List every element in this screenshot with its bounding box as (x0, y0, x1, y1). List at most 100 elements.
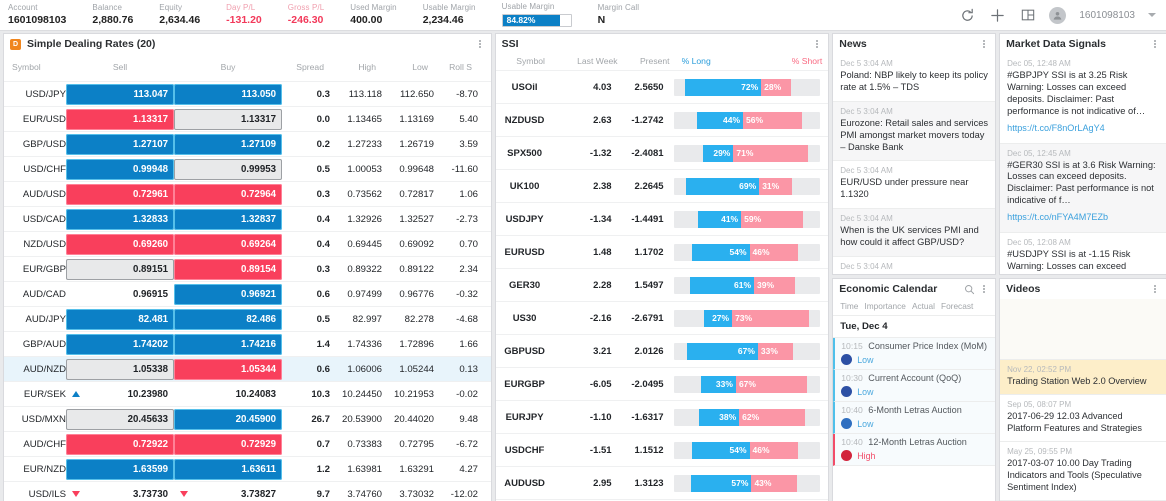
ssi-row[interactable]: US30 -2.16 -2.6791 27% 73% (495, 301, 829, 334)
sell-price-cell[interactable]: 1.05338 (66, 356, 174, 382)
buy-price-cell[interactable]: 0.96921 (174, 281, 282, 307)
buy-price-cell[interactable]: 0.72929 (174, 431, 282, 457)
news-item[interactable]: Dec 5 3:04 AM EUR/USD under pressure near… (833, 161, 996, 210)
videos-list[interactable]: Nov 22, 02:52 PM Trading Station Web 2.0 … (1000, 360, 1166, 501)
signals-feed[interactable]: Dec 05, 12:48 AM #GBPJPY SSI is at 3.25 R… (1000, 54, 1166, 274)
news-item[interactable]: Dec 5 3:04 AMSome OPEC+ participants bel… (833, 257, 995, 274)
buy-price-cell[interactable]: 0.99953 (174, 156, 282, 182)
chevron-down-icon[interactable] (1148, 13, 1156, 17)
ssi-panel-menu-icon[interactable] (812, 38, 822, 50)
ssi-row[interactable]: GER30 2.28 1.5497 61% 39% (495, 268, 829, 301)
ssi-row[interactable]: EURGBP -6.05 -2.0495 33% 67% (495, 367, 829, 400)
buy-price-cell[interactable]: 0.69264 (174, 231, 282, 257)
buy-price-cell[interactable]: 1.74216 (174, 331, 282, 357)
signal-item-link[interactable]: https://t.co/F8nOrLAgY4 (1007, 123, 1105, 133)
sell-price-cell[interactable]: 0.69260 (66, 231, 174, 257)
buy-price-cell[interactable]: 0.89154 (174, 256, 282, 282)
layout-grid-icon[interactable] (1019, 7, 1036, 24)
video-item[interactable]: Nov 22, 02:52 PM Trading Station Web 2.0 … (1000, 360, 1166, 396)
buy-price-cell[interactable]: 10.24083 (174, 381, 282, 407)
ssi-row[interactable]: USOil 4.03 2.5650 72% 28% (495, 70, 829, 103)
buy-price-cell[interactable]: 1.32837 (174, 206, 282, 232)
ssi-row[interactable]: AUDUSD 2.95 1.3123 57% 43% (495, 466, 829, 499)
sell-price-cell[interactable]: 113.047 (66, 81, 174, 107)
ssi-row[interactable]: UK100 2.38 2.2645 69% 31% (495, 169, 829, 202)
eco-event[interactable]: 10:15 Consumer Price Index (MoM) Low (833, 338, 996, 370)
buy-price-cell[interactable]: 1.05344 (174, 356, 282, 382)
table-row[interactable]: NZD/USD 0.69260 0.69264 0.4 0.69445 0.69092 0.… (4, 231, 491, 257)
table-row[interactable]: AUD/USD 0.72961 0.72964 0.3 0.73562 0.72817 1.… (4, 181, 491, 207)
sell-price-cell[interactable]: 20.45633 (66, 406, 174, 432)
sell-price-cell[interactable]: 0.72922 (66, 431, 174, 457)
table-row[interactable]: GBP/AUD 1.74202 1.74216 1.4 1.74336 1.72896 1.… (4, 331, 491, 357)
buy-price-cell[interactable]: 20.45900 (174, 406, 282, 432)
video-player-thumbnail[interactable] (1000, 299, 1166, 361)
sell-price-cell[interactable]: 1.27107 (66, 131, 174, 157)
video-item[interactable]: Sep 05, 08:07 PM 2017-06-29 12.03 Advance… (1000, 395, 1166, 443)
table-row[interactable]: USD/MXN 20.45633 20.45900 26.7 20.53900 20.44… (4, 406, 491, 432)
ssi-row[interactable]: USDCHF -1.51 1.1512 54% 46% (495, 433, 829, 466)
eco-panel-menu-icon[interactable] (979, 283, 989, 295)
sell-price-cell[interactable]: 1.74202 (66, 331, 174, 357)
sell-price-cell[interactable]: 1.13317 (66, 106, 174, 132)
signal-item-link[interactable]: https://t.co/nFYA4M7EZb (1007, 212, 1108, 222)
rate-high: 3.74760 (330, 481, 382, 501)
video-item[interactable]: May 25, 09:55 PM 2017-03-07 10.00 Day Tra… (1000, 442, 1166, 501)
sell-price-cell[interactable]: 0.72961 (66, 181, 174, 207)
search-icon[interactable] (963, 283, 975, 295)
signal-item[interactable]: Dec 05, 12:08 AM #USDJPY SSI is at -1.15 … (1000, 233, 1166, 274)
news-feed[interactable]: Dec 5 3:04 AM Poland: NBP likely to keep … (833, 54, 996, 274)
sell-price-cell[interactable]: 1.63599 (66, 456, 174, 482)
buy-price-cell[interactable]: 1.27109 (174, 131, 282, 157)
table-row[interactable]: EUR/GBP 0.89151 0.89154 0.3 0.89322 0.89122 2.… (4, 256, 491, 282)
ssi-row[interactable]: NZDUSD 2.63 -1.2742 44% 56% (495, 103, 829, 136)
table-row[interactable]: USD/ILS 3.73730 3.73827 9.7 3.74760 3.73032 -1… (4, 481, 491, 501)
sell-price-cell[interactable]: 10.23980 (66, 381, 174, 407)
table-row[interactable]: AUD/CAD 0.96915 0.96921 0.6 0.97499 0.96776 -0… (4, 281, 491, 307)
videos-panel-menu-icon[interactable] (1150, 283, 1160, 295)
ssi-row[interactable]: EURUSD 1.48 1.1702 54% 46% (495, 235, 829, 268)
buy-price-cell[interactable]: 1.13317 (174, 106, 282, 132)
news-item[interactable]: Dec 5 3:04 AM Poland: NBP likely to keep … (833, 54, 996, 102)
news-panel-menu-icon[interactable] (979, 38, 989, 50)
sell-price-cell[interactable]: 0.96915 (66, 281, 174, 307)
sell-price-cell[interactable]: 3.73730 (66, 481, 174, 501)
account-menu-label[interactable]: 1601098103 (1079, 10, 1135, 21)
ssi-row[interactable]: SPX500 -1.32 -2.4081 29% 71% (495, 136, 829, 169)
table-row[interactable]: AUD/JPY 82.481 82.486 0.582.99782.278-4.681… (4, 306, 491, 332)
eco-event[interactable]: 10:30 Current Account (QoQ) Low (833, 370, 996, 402)
signal-item[interactable]: Dec 05, 12:48 AM #GBPJPY SSI is at 3.25 R… (1000, 54, 1166, 144)
table-row[interactable]: EUR/NZD 1.63599 1.63611 1.2 1.63981 1.63291 4.… (4, 456, 491, 482)
sell-price-cell[interactable]: 1.32833 (66, 206, 174, 232)
table-row[interactable]: USD/JPY 113.047 113.050 0.3 113.118 112.650 -8… (4, 81, 491, 107)
buy-price-cell[interactable]: 1.63611 (174, 456, 282, 482)
news-item[interactable]: Dec 5 3:04 AM When is the UK services PMI… (833, 209, 996, 258)
eco-event-list[interactable]: 10:15 Consumer Price Index (MoM) Low 10:30 C… (833, 338, 996, 501)
signals-panel-menu-icon[interactable] (1150, 38, 1160, 50)
rates-panel-menu-icon[interactable] (475, 38, 485, 50)
refresh-icon[interactable] (959, 7, 976, 24)
buy-price-cell[interactable]: 113.050 (174, 81, 282, 107)
sell-price-cell[interactable]: 0.99948 (66, 156, 174, 182)
signal-item[interactable]: Dec 05, 12:45 AM #GER30 SSI is at 3.6 Ris… (1000, 143, 1166, 234)
table-row[interactable]: AUD/CHF 0.72922 0.72929 0.7 0.73383 0.72795 -6… (4, 431, 491, 457)
ssi-row[interactable]: EURJPY -1.10 -1.6317 38% 62% (495, 400, 829, 433)
news-item[interactable]: Dec 5 3:04 AM Eurozone: Retail sales and … (833, 101, 996, 162)
table-row[interactable]: EUR/SEK 10.23980 10.24083 10.3 10.24450 10.21… (4, 381, 491, 407)
sell-price-cell[interactable]: 0.89151 (66, 256, 174, 282)
table-row[interactable]: USD/CAD 1.32833 1.32837 0.4 1.32926 1.32527 -2… (4, 206, 491, 232)
table-row[interactable]: USD/CHF 0.99948 0.99953 0.5 1.00053 0.99648 -1… (4, 156, 491, 182)
ssi-row[interactable]: GBPUSD 3.21 2.0126 67% 33% (495, 334, 829, 367)
sell-price-cell[interactable]: 82.481 (66, 306, 174, 332)
table-row[interactable]: AUD/NZD 1.05338 1.05344 0.6 1.06006 1.05244 0.… (4, 356, 491, 382)
eco-event[interactable]: 10:40 12-Month Letras Auction High (833, 434, 996, 466)
buy-price-cell[interactable]: 0.72964 (174, 181, 282, 207)
table-row[interactable]: EUR/USD 1.13317 1.13317 0.0 1.13465 1.13169 5.… (4, 106, 491, 132)
avatar[interactable] (1049, 6, 1067, 24)
table-row[interactable]: GBP/USD 1.27107 1.27109 0.2 1.27233 1.26719 3.… (4, 131, 491, 157)
eco-event[interactable]: 10:40 6-Month Letras Auction Low (833, 402, 996, 434)
plus-icon[interactable] (989, 7, 1006, 24)
buy-price-cell[interactable]: 82.486 (174, 306, 282, 332)
buy-price-cell[interactable]: 3.73827 (174, 481, 282, 501)
ssi-row[interactable]: USDJPY -1.34 -1.4491 41% 59% (495, 202, 829, 235)
